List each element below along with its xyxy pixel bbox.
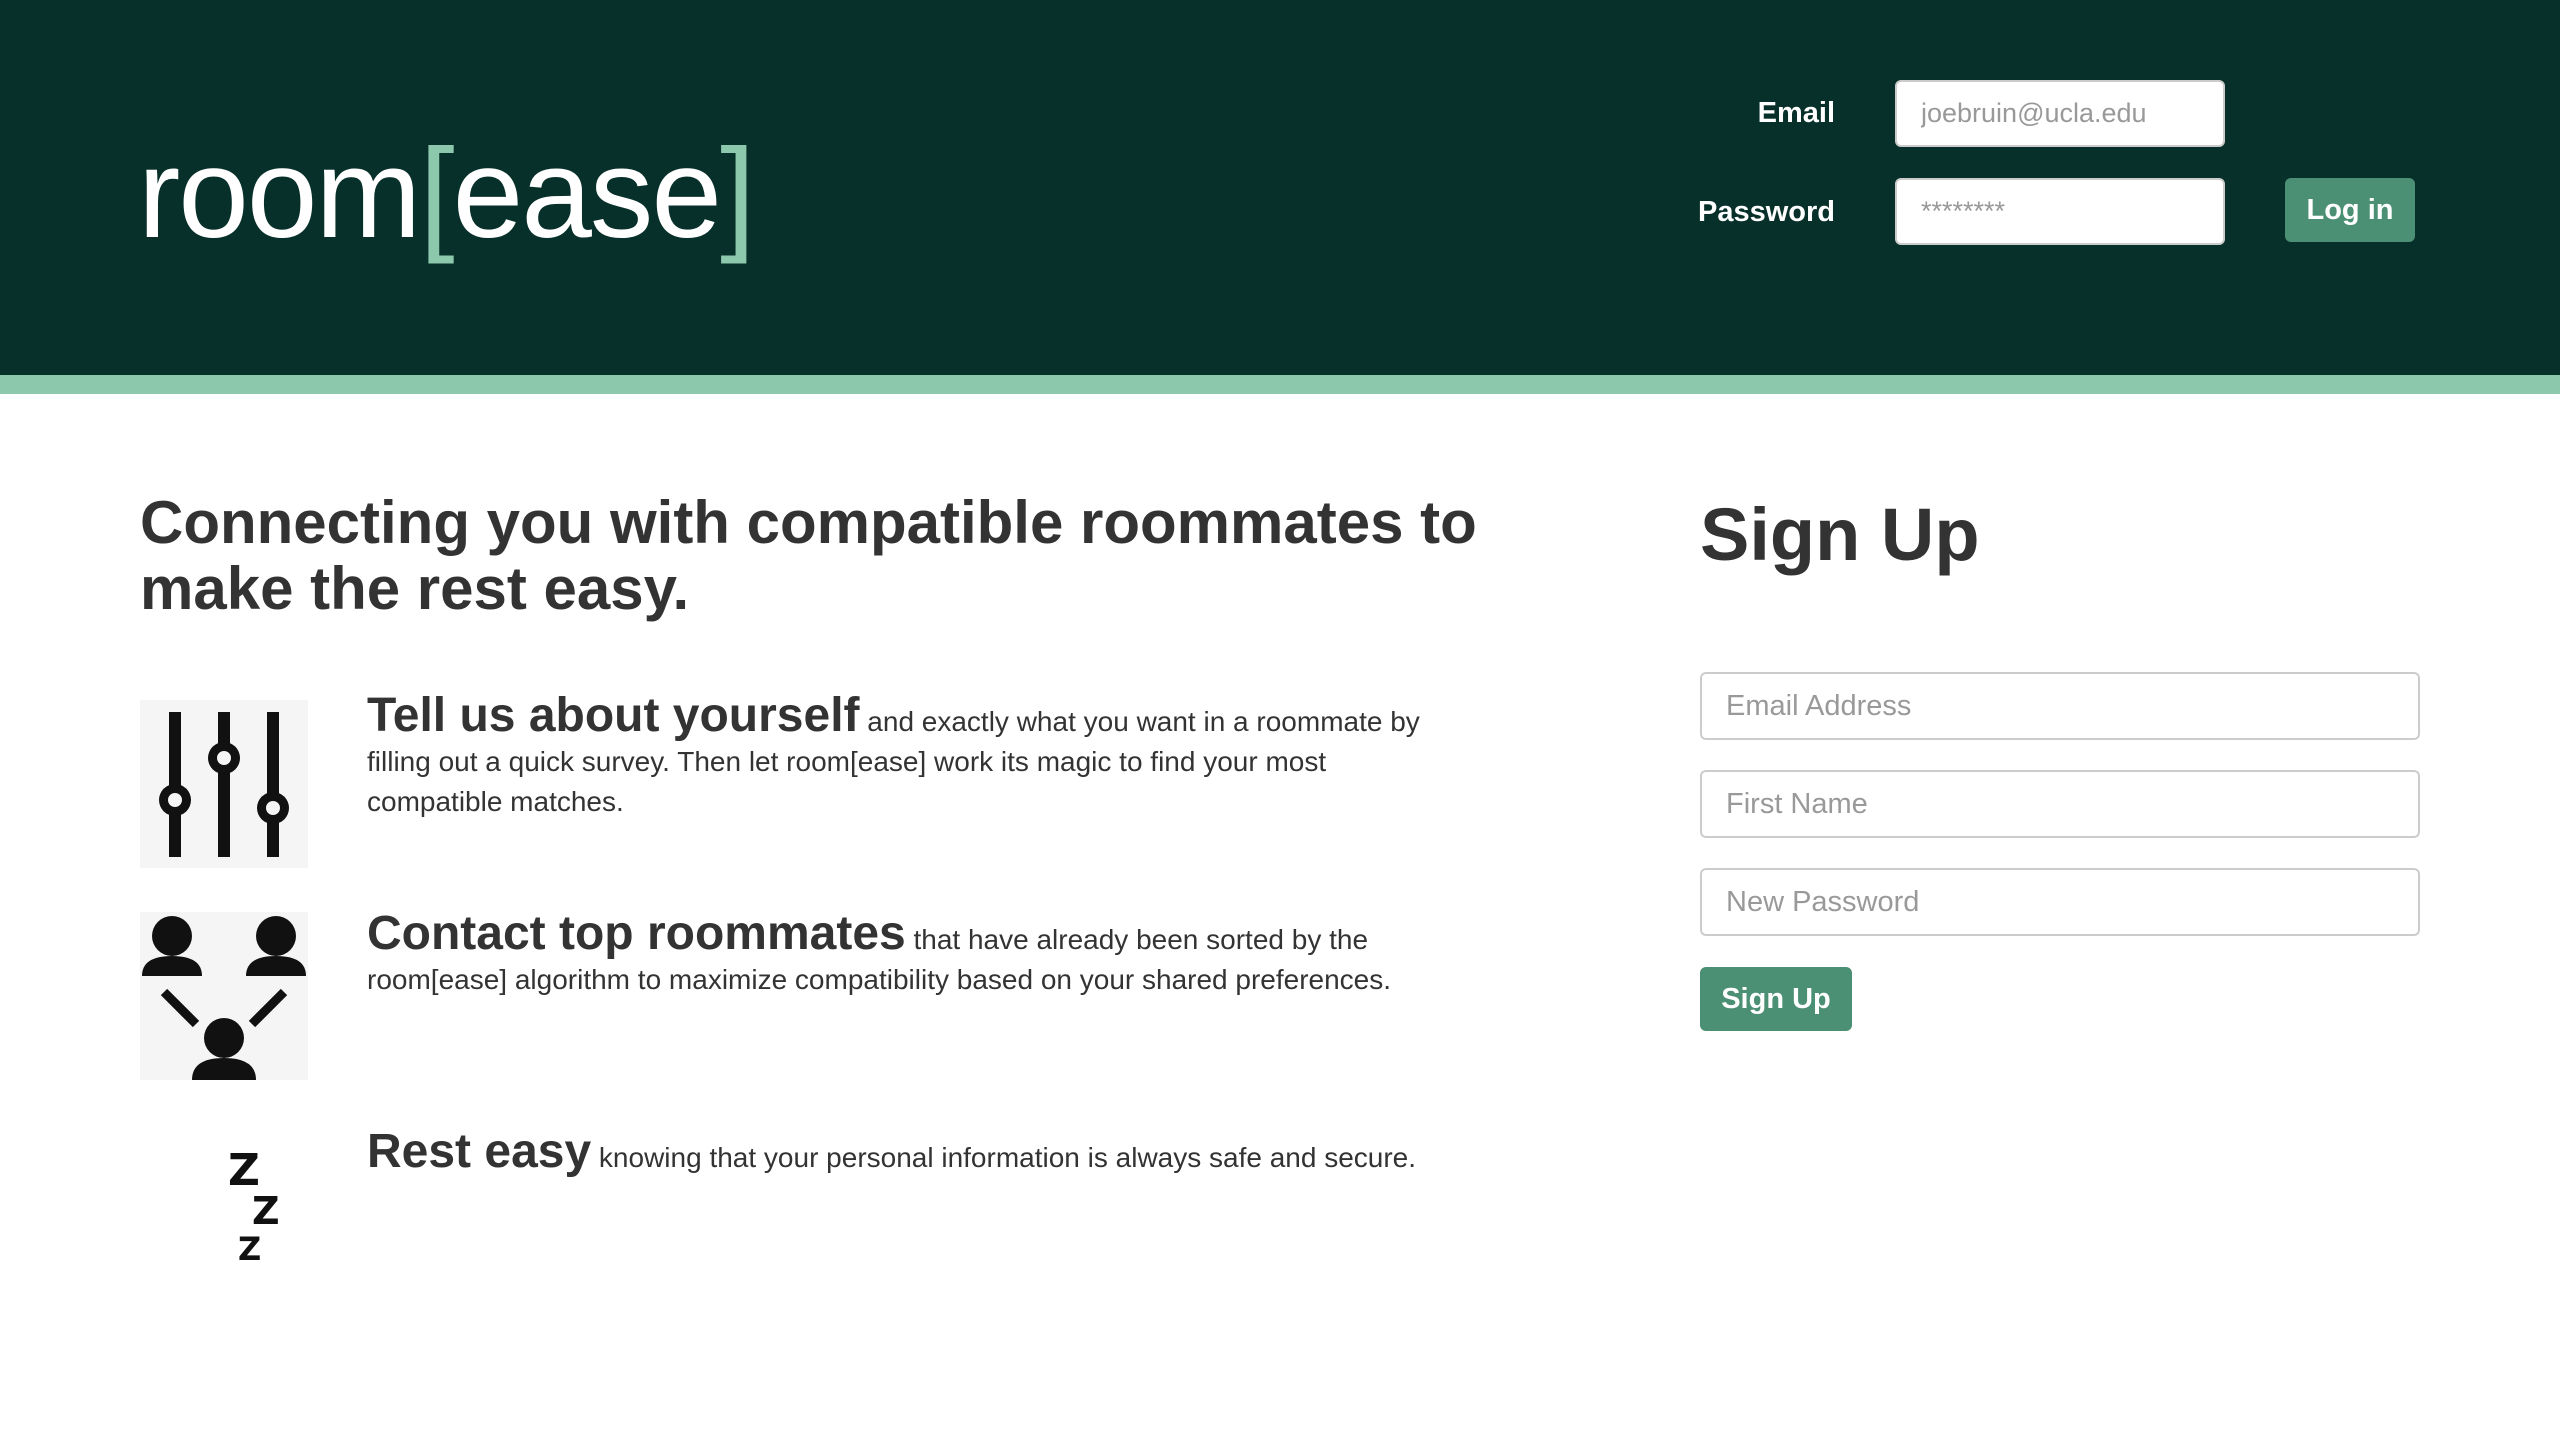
signup-first-name-input[interactable] [1700,770,2420,838]
signup-button[interactable]: Sign Up [1700,967,1852,1031]
login-password-input[interactable] [1895,178,2225,245]
header-accent-stripe [0,375,2560,394]
logo[interactable]: room[ease] [138,118,755,268]
feature-contact: Contact top roommates that have already … [367,910,1437,1000]
feature-survey-lead: Tell us about yourself [367,689,860,742]
feature-survey: Tell us about yourself and exactly what … [367,692,1437,822]
signup-password-input[interactable] [1700,868,2420,936]
signup-title: Sign Up [1700,493,1980,576]
svg-text:Z: Z [238,1230,261,1268]
moon-sleep-icon: Z Z Z [159,1140,288,1294]
feature-rest-lead: Rest easy [367,1125,592,1178]
signup-email-input[interactable] [1700,672,2420,740]
feature-contact-lead: Contact top roommates [367,907,906,960]
people-connect-icon [140,912,308,1080]
logo-open-bracket: [ [419,122,454,264]
logo-main: room [138,122,421,264]
feature-rest-text: knowing that your personal information i… [591,1142,1417,1173]
login-button[interactable]: Log in [2285,178,2415,242]
header-bar: room[ease] Email Password Log in [0,0,2560,375]
logo-accent: ease [452,122,722,264]
tagline: Connecting you with compatible roommates… [140,489,1477,622]
email-label: Email [1757,97,1835,129]
feature-rest: Rest easy knowing that your personal inf… [367,1128,1437,1178]
sliders-icon [140,700,308,868]
logo-close-bracket: ] [720,122,755,264]
svg-text:Z: Z [252,1189,280,1233]
password-label: Password [1698,196,1835,228]
login-email-input[interactable] [1895,80,2225,147]
